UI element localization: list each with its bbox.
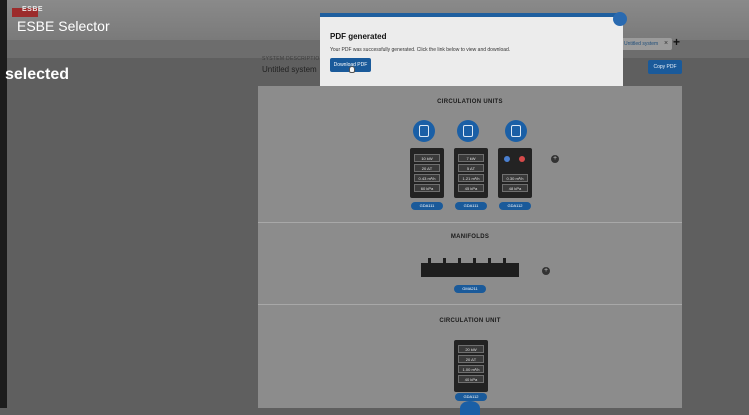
section-title-circulation-unit: CIRCULATION UNIT (439, 318, 501, 324)
section-divider (258, 222, 682, 223)
circulation-unit-icon (505, 120, 527, 142)
left-edge-band (0, 0, 7, 408)
modal-text: Your PDF was successfully generated. Cli… (330, 47, 511, 53)
add-unit-icon[interactable]: + (551, 155, 559, 163)
copy-pdf-button[interactable]: Copy PDF (648, 60, 682, 74)
unit-value: 20 kW (458, 345, 484, 353)
mouse-cursor-icon (349, 66, 355, 73)
system-name: Untitled system (262, 65, 317, 74)
app-title: ESBE Selector (17, 18, 110, 34)
unit-box[interactable]: 0.30 m³/h 48 kPa (498, 148, 532, 198)
unit-tag[interactable]: GDA111 (411, 202, 443, 210)
modal-close-icon[interactable] (613, 12, 627, 26)
unit-tag[interactable]: GDA112 (499, 202, 531, 210)
tab-close-icon[interactable]: × (664, 38, 672, 50)
unit-value: 40 kPa (458, 375, 484, 383)
unit-value: 5 ΔT (458, 164, 484, 172)
selected-heading: selected (5, 66, 70, 83)
unit-box[interactable]: 20 kW 20 ΔT 1.00 m³/h 40 kPa (454, 340, 488, 392)
unit-value: 10 kW (414, 154, 440, 162)
unit-value: 20 ΔT (458, 355, 484, 363)
red-port-icon (519, 156, 525, 162)
manifold-tag[interactable]: GMA211 (454, 285, 486, 293)
add-tab-icon[interactable]: + (673, 35, 680, 49)
logo-text: ESBE (22, 6, 44, 13)
section-divider (258, 304, 682, 305)
circulation-unit-icon (457, 120, 479, 142)
manifold-bar[interactable] (421, 263, 519, 277)
unit-value: 0.30 m³/h (502, 174, 528, 182)
modal-top-bar (320, 13, 623, 17)
modal-title: PDF generated (330, 32, 387, 41)
unit-value: 45 kPa (458, 184, 484, 192)
section-title-manifolds: MANIFOLDS (450, 234, 490, 240)
unit-value: 7 kW (458, 154, 484, 162)
unit-value: 1.00 m³/h (458, 365, 484, 373)
unit-value: 0.43 m³/h (414, 174, 440, 182)
circulation-unit-icon (460, 401, 480, 415)
section-title-circulation-units: CIRCULATION UNITS (437, 99, 503, 105)
unit-value: 48 kPa (502, 184, 528, 192)
unit-value: 1.21 m³/h (458, 174, 484, 182)
unit-tag[interactable]: GDA111 (455, 202, 487, 210)
system-description-label: SYSTEM DESCRIPTION (262, 56, 324, 62)
unit-box[interactable]: 10 kW 20 ΔT 0.43 m³/h 60 kPa (410, 148, 444, 198)
unit-value: 60 kPa (414, 184, 440, 192)
add-manifold-icon[interactable]: + (542, 267, 550, 275)
circulation-unit-icon (413, 120, 435, 142)
unit-tag[interactable]: GDA112 (455, 393, 487, 401)
blue-port-icon (504, 156, 510, 162)
unit-box[interactable]: 7 kW 5 ΔT 1.21 m³/h 45 kPa (454, 148, 488, 198)
unit-value: 20 ΔT (414, 164, 440, 172)
